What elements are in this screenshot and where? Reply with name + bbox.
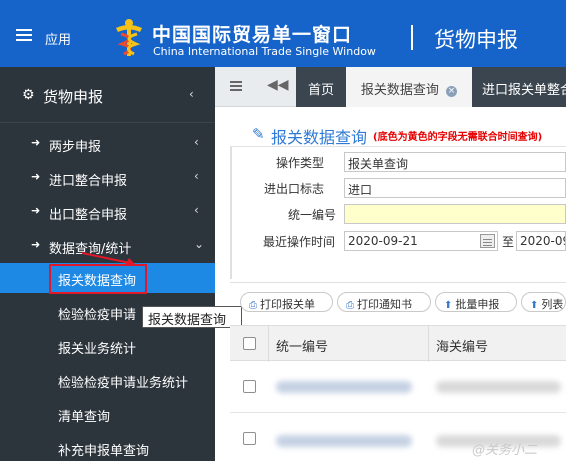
sidebar-subitem-label: 检验检疫申请 xyxy=(58,308,137,323)
date-from-value: 2020-09-21 xyxy=(348,234,418,248)
table-header: 统一编号 海关编号 xyxy=(230,325,566,362)
print-declaration-button[interactable]: ⎙ 打印报关单 xyxy=(240,292,333,312)
sidebar-subitem-label: 检验检疫申请业务统计 xyxy=(58,376,189,391)
redacted-value xyxy=(276,381,412,393)
sign-in-icon: ➜ xyxy=(31,238,41,251)
sidebar-item-label: 两步申报 xyxy=(49,140,102,155)
column-divider xyxy=(428,326,429,362)
form-title-row: ✎ 报关数据查询 (底色为黄色的字段无需联合时间查询) xyxy=(230,121,566,147)
upload-icon: ⬆ xyxy=(444,300,453,311)
tab-bar: ◀◀ 首页 报关数据查询 × 进口报关单整合 xyxy=(215,67,566,107)
customs-emblem-icon xyxy=(116,19,142,56)
form-title: 报关数据查询 xyxy=(271,128,368,147)
header-divider xyxy=(411,25,413,50)
redacted-value xyxy=(436,381,561,393)
tab-home[interactable]: 首页 xyxy=(296,67,346,107)
form-note: (底色为黄色的字段无需联合时间查询) xyxy=(373,132,543,143)
sidebar-subitem-list-query[interactable]: 清单查询 xyxy=(0,399,215,429)
print-notice-button[interactable]: ⎙ 打印通知书 xyxy=(337,292,431,312)
button-label: 打印通知书 xyxy=(357,298,412,311)
form-border xyxy=(230,147,232,279)
button-label: 列表 xyxy=(541,298,564,311)
upload-icon: ⬆ xyxy=(530,300,539,311)
double-left-arrow-icon[interactable]: ◀◀ xyxy=(267,77,289,93)
recent-time-label: 最近操作时间 xyxy=(263,235,336,249)
highlight-box xyxy=(49,264,147,294)
edit-icon: ✎ xyxy=(252,125,265,143)
row-checkbox[interactable] xyxy=(243,380,256,393)
chevron-left-icon: ‹ xyxy=(194,203,199,217)
tab-import-declaration[interactable]: 进口报关单整合 xyxy=(472,67,566,107)
tooltip: 报关数据查询 xyxy=(142,306,242,328)
chevron-down-icon: ⌄ xyxy=(194,237,205,251)
row-checkbox[interactable] xyxy=(243,432,256,445)
column-divider xyxy=(268,326,269,362)
chevron-left-icon: ‹ xyxy=(194,169,199,183)
sidebar-subitem-inspection-stats[interactable]: 检验检疫申请业务统计 xyxy=(0,365,215,395)
button-label: 批量申报 xyxy=(455,298,500,311)
tab-label: 进口报关单整合 xyxy=(482,83,566,98)
redacted-value xyxy=(276,435,412,447)
sidebar-subitem-label: 补充申报单查询 xyxy=(58,444,150,459)
ie-flag-select[interactable]: 进口 xyxy=(344,178,566,198)
close-icon[interactable]: × xyxy=(446,86,458,97)
column-header-customs-no[interactable]: 海关编号 xyxy=(436,336,488,355)
date-separator: 至 xyxy=(502,235,515,249)
print-icon: ⎙ xyxy=(346,300,354,311)
table-row[interactable] xyxy=(230,361,566,413)
menu-icon[interactable] xyxy=(16,29,32,41)
chevron-left-icon: ‹ xyxy=(189,87,194,101)
list-button[interactable]: ⬆ 列表 xyxy=(521,292,566,312)
top-header: 应用 中国国际贸易单一窗口 China International Trade … xyxy=(0,0,566,67)
sidebar-item-import-declaration[interactable]: ➜ 进口整合申报 ‹ xyxy=(0,163,215,193)
watermark: @关务小二 xyxy=(472,443,538,458)
column-header-unified-no[interactable]: 统一编号 xyxy=(276,336,328,355)
sidebar-header-label: 货物申报 xyxy=(43,88,104,106)
app-menu-label[interactable]: 应用 xyxy=(45,29,71,48)
sidebar-item-label: 出口整合申报 xyxy=(49,208,128,223)
sidebar-subitem-supplement-query[interactable]: 补充申报单查询 xyxy=(0,433,215,461)
button-label: 打印报关单 xyxy=(260,298,315,311)
sign-in-icon: ➜ xyxy=(31,136,41,149)
op-type-label: 操作类型 xyxy=(276,156,325,170)
calendar-icon[interactable] xyxy=(480,234,495,248)
chevron-left-icon: ‹ xyxy=(194,135,199,149)
tab-label: 报关数据查询 xyxy=(360,83,439,98)
batch-declare-button[interactable]: ⬆ 批量申报 xyxy=(435,292,517,312)
sidebar-subitem-label: 报关业务统计 xyxy=(58,342,137,357)
portal-subtitle: China International Trade Single Window xyxy=(153,45,376,58)
ie-flag-label: 进出口标志 xyxy=(264,182,325,196)
portal-title: 中国国际贸易单一窗口 xyxy=(152,24,353,46)
date-from-input[interactable]: 2020-09-21 xyxy=(344,231,498,251)
tab-customs-data-query[interactable]: 报关数据查询 × xyxy=(346,67,472,107)
sign-out-icon: ➜ xyxy=(31,204,41,217)
date-to-input[interactable]: 2020-09 xyxy=(516,231,566,251)
print-icon: ⎙ xyxy=(249,300,257,311)
sidebar-item-two-step[interactable]: ➜ 两步申报 ‹ xyxy=(0,129,215,159)
sidebar-item-label: 进口整合申报 xyxy=(49,174,128,189)
sidebar-subitem-label: 清单查询 xyxy=(58,410,111,425)
op-type-select[interactable]: 报关单查询 xyxy=(344,152,566,172)
unified-no-input[interactable] xyxy=(344,204,566,224)
tab-label: 首页 xyxy=(307,83,334,98)
sidebar-subitem-customs-stats[interactable]: 报关业务统计 xyxy=(0,331,215,361)
unified-no-label: 统一编号 xyxy=(288,208,337,222)
sidebar-item-export-declaration[interactable]: ➜ 出口整合申报 ‹ xyxy=(0,197,215,227)
menu-icon[interactable] xyxy=(230,81,242,91)
module-title: 货物申报 xyxy=(434,28,518,52)
sign-in-icon: ➜ xyxy=(31,170,41,183)
sidebar-header[interactable]: ⚙ 货物申报 ‹ xyxy=(0,67,215,123)
form-divider xyxy=(230,282,566,283)
cubes-icon: ⚙ xyxy=(22,87,35,103)
select-all-checkbox[interactable] xyxy=(243,337,256,350)
